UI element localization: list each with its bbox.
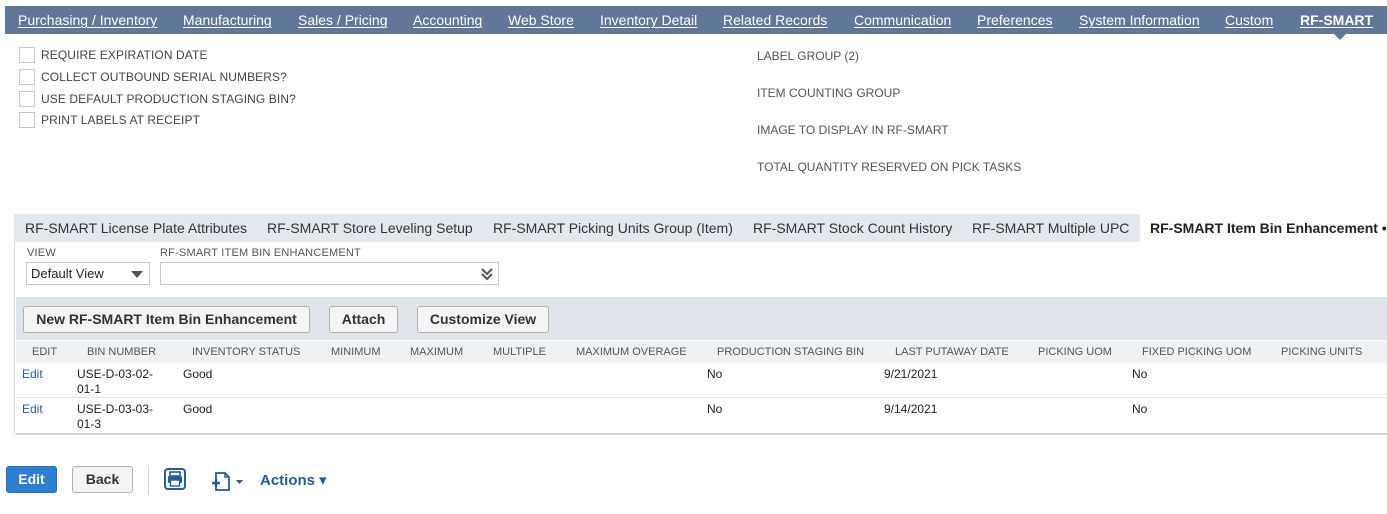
tab-label: Custom — [1225, 12, 1274, 28]
fixed-picking-uom-cell: No — [1132, 402, 1148, 416]
double-chevron-down-icon — [481, 265, 493, 286]
checkbox[interactable] — [19, 47, 35, 63]
tab-label: Web Store — [508, 12, 574, 28]
tab-label: Related Records — [723, 12, 828, 28]
production-staging-bin-cell: No — [707, 367, 723, 381]
view-select-value: Default View — [31, 266, 104, 281]
tab-rf-smart[interactable]: RF-SMART — [1300, 6, 1373, 34]
field-total-qty-reserved: TOTAL QUANTITY RESERVED ON PICK TASKS — [757, 160, 1022, 174]
checkbox-label: PRINT LABELS AT RECEIPT — [41, 113, 201, 127]
checkbox-use-default-staging-bin[interactable]: USE DEFAULT PRODUCTION STAGING BIN? — [19, 90, 296, 108]
tab-label: Communication — [854, 12, 952, 28]
dropdown-arrow-icon — [131, 271, 143, 278]
col-minimum[interactable]: MINIMUM — [331, 346, 381, 358]
last-putaway-date-cell: 9/21/2021 — [884, 367, 938, 381]
col-production-staging-bin[interactable]: PRODUCTION STAGING BIN — [717, 346, 864, 358]
col-edit[interactable]: EDIT — [32, 346, 57, 358]
checkbox-label: REQUIRE EXPIRATION DATE — [41, 48, 208, 62]
col-picking-uom[interactable]: PICKING UOM — [1038, 346, 1112, 358]
tab-label: Preferences — [977, 12, 1053, 28]
tab-system-information[interactable]: System Information — [1079, 6, 1200, 34]
view-select[interactable]: Default View — [26, 262, 150, 285]
col-fixed-picking-uom[interactable]: FIXED PICKING UOM — [1142, 346, 1251, 358]
last-putaway-date-cell: 9/14/2021 — [884, 402, 938, 416]
table-bottom-border — [16, 433, 1387, 435]
tab-related-records[interactable]: Related Records — [723, 6, 827, 34]
customize-view-button[interactable]: Customize View — [417, 306, 549, 333]
tab-label: Inventory Detail — [600, 12, 698, 28]
checkbox[interactable] — [19, 69, 35, 85]
checkbox-require-expiration-date[interactable]: REQUIRE EXPIRATION DATE — [19, 46, 208, 64]
toolbar-divider — [148, 467, 149, 495]
row-edit-link[interactable]: Edit — [22, 402, 43, 416]
item-bin-enhancement-label: RF-SMART ITEM BIN ENHANCEMENT — [160, 247, 361, 259]
production-staging-bin-cell: No — [707, 402, 723, 416]
checkbox-collect-outbound-serials[interactable]: COLLECT OUTBOUND SERIAL NUMBERS? — [19, 68, 287, 86]
tab-label: System Information — [1079, 12, 1200, 28]
fixed-picking-uom-cell: No — [1132, 367, 1148, 381]
table-header: EDIT BIN NUMBER INVENTORY STATUS MINIMUM… — [16, 341, 1387, 363]
inventory-status-cell: Good — [183, 367, 213, 381]
tab-label: RF-SMART — [1300, 12, 1374, 28]
bin-number-line1: USE-D-03-02- — [77, 367, 154, 381]
new-item-bin-enhancement-button[interactable]: New RF-SMART Item Bin Enhancement — [23, 306, 310, 333]
col-inventory-status[interactable]: INVENTORY STATUS — [192, 346, 300, 358]
col-bin-number[interactable]: BIN NUMBER — [87, 346, 156, 358]
sublist-button-bar: New RF-SMART Item Bin Enhancement Attach… — [16, 297, 1387, 340]
tab-accounting[interactable]: Accounting — [413, 6, 482, 34]
col-last-putaway-date[interactable]: LAST PUTAWAY DATE — [895, 346, 1009, 358]
col-maximum-overage[interactable]: MAXIMUM OVERAGE — [576, 346, 687, 358]
tab-manufacturing[interactable]: Manufacturing — [183, 6, 272, 34]
attach-button[interactable]: Attach — [329, 306, 398, 333]
checkbox[interactable] — [19, 91, 35, 107]
edit-button[interactable]: Edit — [6, 466, 57, 493]
tab-communication[interactable]: Communication — [854, 6, 951, 34]
view-label: VIEW — [27, 247, 56, 259]
field-item-counting-group: ITEM COUNTING GROUP — [757, 86, 901, 100]
subtab-stock-count-history[interactable]: RF-SMART Stock Count History — [753, 214, 952, 242]
bin-number-line1: USE-D-03-03- — [77, 402, 154, 416]
tab-sales-pricing[interactable]: Sales / Pricing — [298, 6, 387, 34]
checkbox[interactable] — [19, 112, 35, 128]
table-row: Edit USE-D-03-02- 01-1 Good No 9/21/2021… — [16, 363, 1387, 398]
checkbox-label: COLLECT OUTBOUND SERIAL NUMBERS? — [41, 70, 287, 84]
table-row: Edit USE-D-03-03- 01-3 Good No 9/14/2021… — [16, 398, 1387, 433]
subtab-item-bin-enhancement[interactable]: RF-SMART Item Bin Enhancement • — [1140, 214, 1387, 242]
tab-purchasing-inventory[interactable]: Purchasing / Inventory — [18, 6, 157, 34]
back-button[interactable]: Back — [72, 466, 133, 493]
tab-label: Manufacturing — [183, 12, 272, 28]
bin-number-line2: 01-1 — [77, 382, 102, 396]
tab-preferences[interactable]: Preferences — [977, 6, 1052, 34]
checkbox-label: USE DEFAULT PRODUCTION STAGING BIN? — [41, 92, 296, 106]
inventory-status-cell: Good — [183, 402, 213, 416]
field-image-to-display: IMAGE TO DISPLAY IN RF-SMART — [757, 123, 949, 137]
top-nav-tabs: Purchasing / Inventory Manufacturing Sal… — [5, 6, 1387, 40]
checkbox-print-labels-at-receipt[interactable]: PRINT LABELS AT RECEIPT — [19, 111, 200, 129]
tab-custom[interactable]: Custom — [1225, 6, 1273, 34]
active-tab-pointer — [1334, 34, 1346, 40]
subtab-picking-units-group[interactable]: RF-SMART Picking Units Group (Item) — [493, 214, 733, 242]
tab-web-store[interactable]: Web Store — [508, 6, 574, 34]
field-label-group: LABEL GROUP (2) — [757, 49, 860, 63]
row-edit-link[interactable]: Edit — [22, 367, 43, 381]
tab-label: Purchasing / Inventory — [18, 12, 158, 28]
item-bin-enhancement-select[interactable] — [160, 262, 499, 285]
col-multiple[interactable]: MULTIPLE — [493, 346, 546, 358]
actions-menu[interactable]: Actions ▾ — [260, 471, 327, 489]
col-maximum[interactable]: MAXIMUM — [410, 346, 463, 358]
subtab-bar: RF-SMART License Plate Attributes RF-SMA… — [14, 214, 1387, 242]
tab-inventory-detail[interactable]: Inventory Detail — [600, 6, 697, 34]
subtab-license-plate-attributes[interactable]: RF-SMART License Plate Attributes — [25, 214, 247, 242]
subtab-multiple-upc[interactable]: RF-SMART Multiple UPC — [972, 214, 1129, 242]
tab-label: Accounting — [413, 12, 483, 28]
new-document-icon[interactable] — [210, 470, 246, 494]
bin-number-line2: 01-3 — [77, 417, 102, 431]
col-picking-units[interactable]: PICKING UNITS — [1281, 346, 1362, 358]
printer-icon[interactable] — [163, 467, 187, 491]
subtab-store-leveling-setup[interactable]: RF-SMART Store Leveling Setup — [267, 214, 473, 242]
tab-label: Sales / Pricing — [298, 12, 388, 28]
